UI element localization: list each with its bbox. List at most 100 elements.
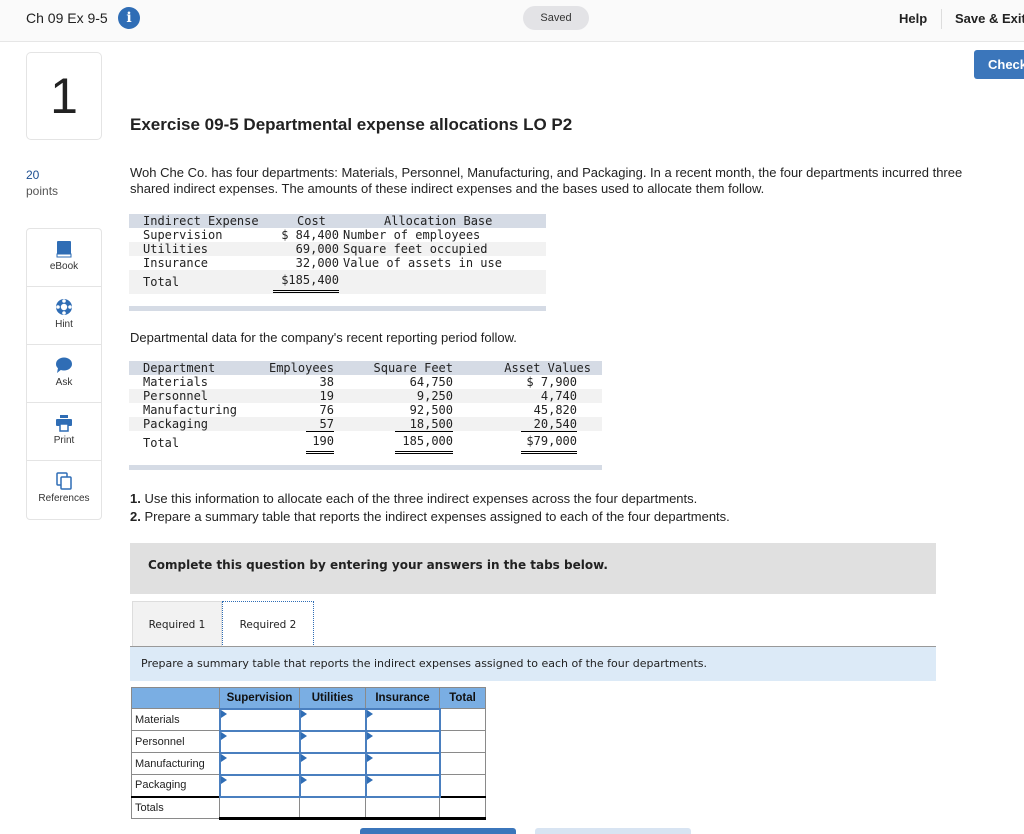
hint-label: Hint: [55, 319, 73, 330]
personnel-utilities-input[interactable]: [298, 729, 367, 754]
manufacturing-supervision-input[interactable]: [218, 751, 301, 776]
complete-banner: Complete this question by entering your …: [130, 543, 936, 594]
row-label: Personnel: [131, 730, 220, 753]
prev-tab-button[interactable]: [360, 828, 516, 834]
speech-bubble-icon: [56, 357, 72, 373]
manufacturing-insurance-input[interactable]: [364, 751, 441, 776]
total-asset-value: $79,000: [521, 431, 577, 454]
total-label: Total: [143, 275, 180, 289]
instruction-text: Use this information to allocate each of…: [140, 491, 698, 506]
exercise-title: Exercise 09-5 Departmental expense alloc…: [130, 115, 573, 134]
help-link[interactable]: Help: [899, 11, 927, 26]
dept-name: Materials: [143, 375, 209, 389]
ebook-button[interactable]: eBook: [27, 229, 101, 287]
table-row: Supervision $ 84,400 Number of employees: [129, 228, 546, 242]
check-my-work-button[interactable]: Check: [974, 50, 1024, 79]
tab-required-1[interactable]: Required 1: [132, 601, 222, 647]
materials-insurance-input[interactable]: [364, 707, 441, 732]
personnel-insurance-input[interactable]: [364, 729, 441, 754]
ebook-label: eBook: [49, 261, 79, 272]
expense-cost: 69,000: [295, 242, 339, 256]
table-row: Materials: [131, 707, 486, 732]
table-footer-bar: [129, 465, 602, 470]
packaging-total-cell: [439, 774, 486, 797]
expense-name: Insurance: [143, 256, 209, 270]
question-number: 1: [26, 52, 102, 140]
printer-icon: [56, 415, 72, 432]
expense-name: Utilities: [143, 242, 209, 256]
instruction-2: 2. Prepare a summary table that reports …: [130, 508, 730, 526]
print-label: Print: [53, 435, 75, 446]
manufacturing-utilities-input[interactable]: [298, 751, 367, 776]
table-row: Utilities 69,000 Square feet occupied: [129, 242, 546, 256]
references-label: References: [38, 493, 90, 504]
square-feet: 9,250: [416, 389, 453, 403]
packaging-supervision-input[interactable]: [218, 773, 301, 798]
tab-required-2[interactable]: Required 2: [222, 601, 314, 647]
expense-name: Supervision: [143, 228, 223, 242]
instruction-text: Prepare a summary table that reports the…: [140, 509, 730, 524]
summary-answer-table: Supervision Utilities Insurance Total Ma…: [131, 687, 486, 820]
references-button[interactable]: References: [27, 461, 101, 519]
packaging-insurance-input[interactable]: [364, 773, 441, 798]
col-header: Asset Values: [504, 361, 591, 375]
total-row: Total 190 185,000 $79,000: [129, 431, 602, 455]
asset-value: 20,540: [521, 417, 577, 432]
employees: 57: [306, 417, 334, 432]
table-header-row: Supervision Utilities Insurance Total: [131, 687, 486, 709]
dept-name: Personnel: [143, 389, 209, 403]
asset-value: 4,740: [540, 389, 577, 403]
allocation-base: Value of assets in use: [343, 256, 502, 270]
col-header: Employees: [268, 361, 334, 375]
employees: 76: [319, 403, 334, 417]
materials-total-cell: [439, 708, 486, 731]
table-row: Packaging: [131, 773, 486, 798]
row-label: Packaging: [131, 774, 220, 797]
expense-cost: $ 84,400: [281, 228, 339, 242]
square-feet: 92,500: [409, 403, 453, 417]
manufacturing-total-cell: [439, 752, 486, 775]
table-row: Manufacturing 76 92,500 45,820: [129, 403, 602, 417]
materials-supervision-input[interactable]: [218, 707, 301, 732]
next-tab-button[interactable]: [535, 828, 691, 834]
personnel-total-cell: [439, 730, 486, 753]
total-label: Total: [143, 436, 180, 450]
row-label: Manufacturing: [131, 752, 220, 775]
table-row: Personnel 19 9,250 4,740: [129, 389, 602, 403]
divider: [941, 9, 942, 29]
col-header: Allocation Base: [384, 214, 493, 228]
total-row: Total $185,400: [129, 270, 546, 294]
copies-icon: [56, 472, 72, 490]
row-label: Materials: [131, 708, 220, 731]
table-row: Personnel: [131, 729, 486, 754]
table-row: Manufacturing: [131, 751, 486, 776]
employees: 38: [319, 375, 334, 389]
employees: 19: [319, 389, 334, 403]
print-button[interactable]: Print: [27, 403, 101, 461]
points-label: points: [26, 184, 59, 198]
instruction-number: 2.: [130, 509, 141, 524]
ask-button[interactable]: Ask: [27, 345, 101, 403]
table-footer-bar: [129, 306, 546, 311]
exercise-intro: Woh Che Co. has four departments: Materi…: [130, 165, 963, 196]
instructions: 1. Use this information to allocate each…: [130, 490, 730, 526]
instruction-number: 1.: [130, 491, 141, 506]
packaging-utilities-input[interactable]: [298, 773, 367, 798]
instruction-1: 1. Use this information to allocate each…: [130, 490, 730, 508]
col-header-supervision: Supervision: [219, 687, 300, 709]
col-header: Department: [143, 361, 216, 375]
totals-insurance-cell: [365, 795, 440, 820]
expense-cost: 32,000: [273, 256, 339, 271]
top-bar: Ch 09 Ex 9-5 i Saved Help Save & Exit: [0, 0, 1024, 42]
save-exit-button[interactable]: Save & Exit: [955, 11, 1024, 26]
ask-label: Ask: [55, 377, 73, 388]
table-row: Packaging 57 18,500 20,540: [129, 417, 602, 432]
table-header-row: Indirect Expense Cost Allocation Base: [129, 214, 546, 228]
total-square-feet: 185,000: [395, 431, 453, 454]
hint-button[interactable]: Hint: [27, 287, 101, 345]
materials-utilities-input[interactable]: [298, 707, 367, 732]
totals-total-cell: [439, 795, 486, 820]
allocation-base: Number of employees: [343, 228, 481, 242]
info-icon[interactable]: i: [118, 7, 140, 29]
personnel-supervision-input[interactable]: [218, 729, 301, 754]
